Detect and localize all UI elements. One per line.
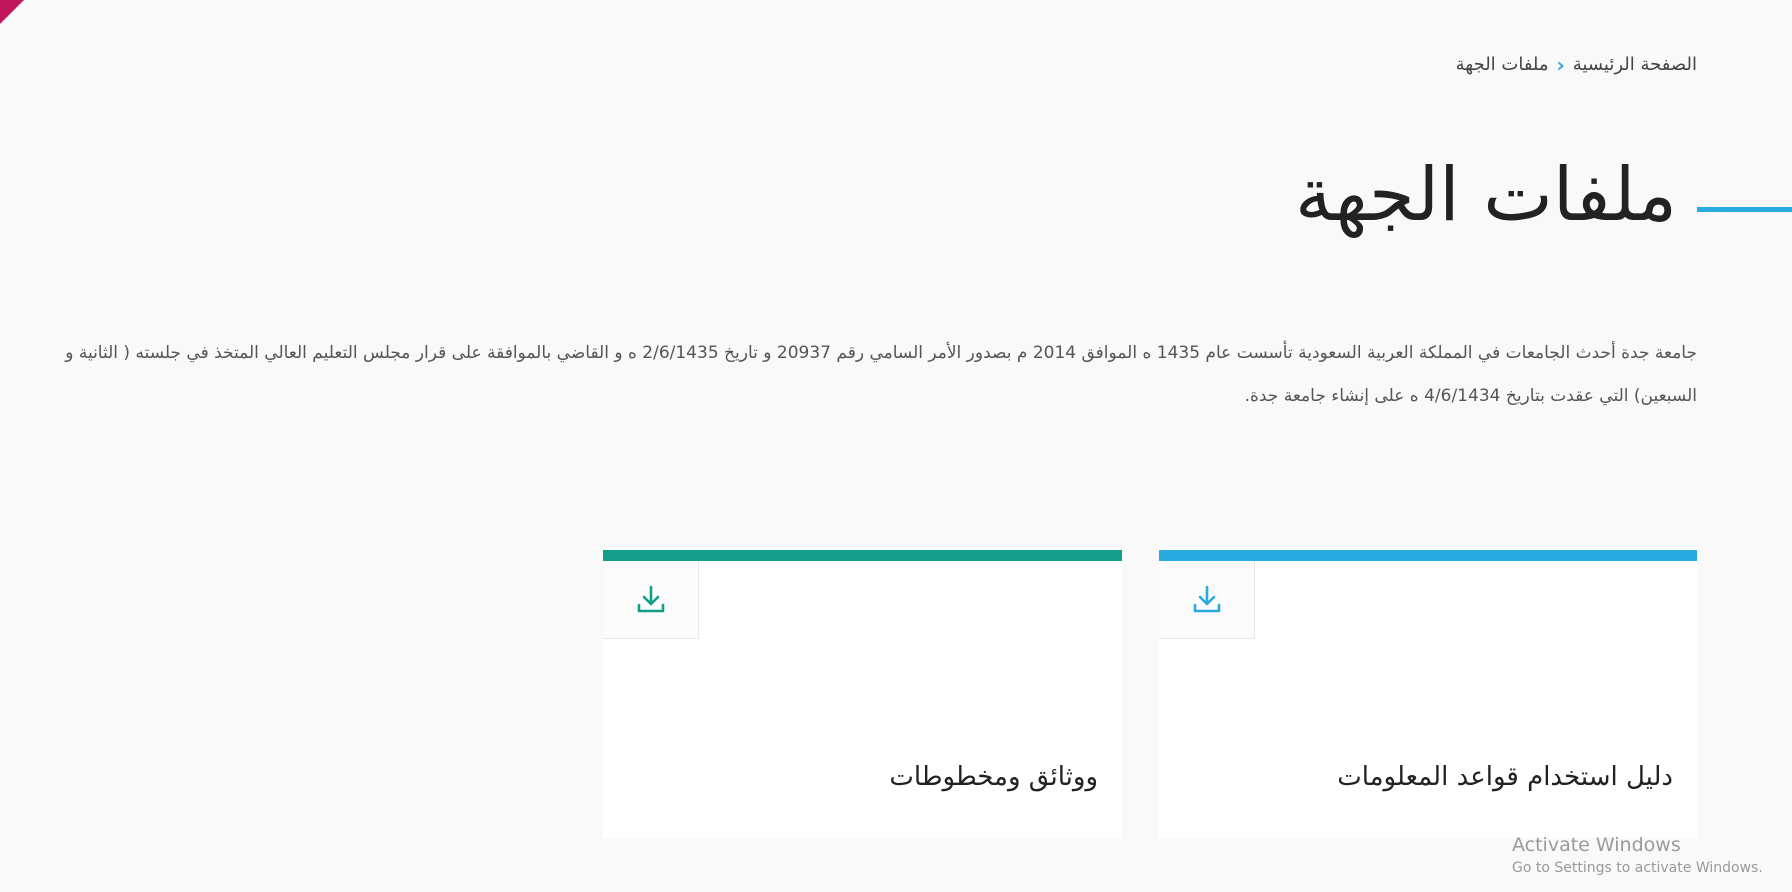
page-title-block: ملفات الجهة	[0, 150, 1792, 240]
card-accent-bar	[603, 550, 1122, 561]
file-card-documents-manuscripts[interactable]: ووثائق ومخطوطات	[603, 550, 1122, 838]
breadcrumb-chevron-icon: ‹	[1556, 52, 1565, 77]
download-icon	[637, 585, 664, 612]
card-title: ووثائق ومخطوطات	[889, 762, 1098, 792]
corner-ribbon	[0, 0, 24, 24]
breadcrumb: الصفحة الرئيسية ‹ ملفات الجهة	[1456, 54, 1697, 75]
breadcrumb-current: ملفات الجهة	[1455, 54, 1549, 75]
intro-paragraph: جامعة جدة أحدث الجامعات في المملكة العرب…	[65, 343, 1697, 406]
download-button[interactable]	[1159, 561, 1255, 639]
page-title: ملفات الجهة	[1295, 152, 1677, 238]
breadcrumb-home-link[interactable]: الصفحة الرئيسية	[1573, 54, 1697, 75]
download-button[interactable]	[603, 561, 699, 639]
card-title: دليل استخدام قواعد المعلومات	[1337, 762, 1673, 792]
card-accent-bar	[1159, 550, 1697, 561]
watermark-subtitle: Go to Settings to activate Windows.	[1512, 860, 1763, 876]
file-card-databases-guide[interactable]: دليل استخدام قواعد المعلومات	[1159, 550, 1697, 838]
activate-windows-watermark: Activate Windows Go to Settings to activ…	[1512, 832, 1763, 878]
watermark-title: Activate Windows	[1512, 834, 1681, 856]
download-icon	[1193, 585, 1220, 612]
page: الصفحة الرئيسية ‹ ملفات الجهة ملفات الجه…	[0, 0, 1792, 892]
title-accent-line	[1697, 207, 1792, 212]
